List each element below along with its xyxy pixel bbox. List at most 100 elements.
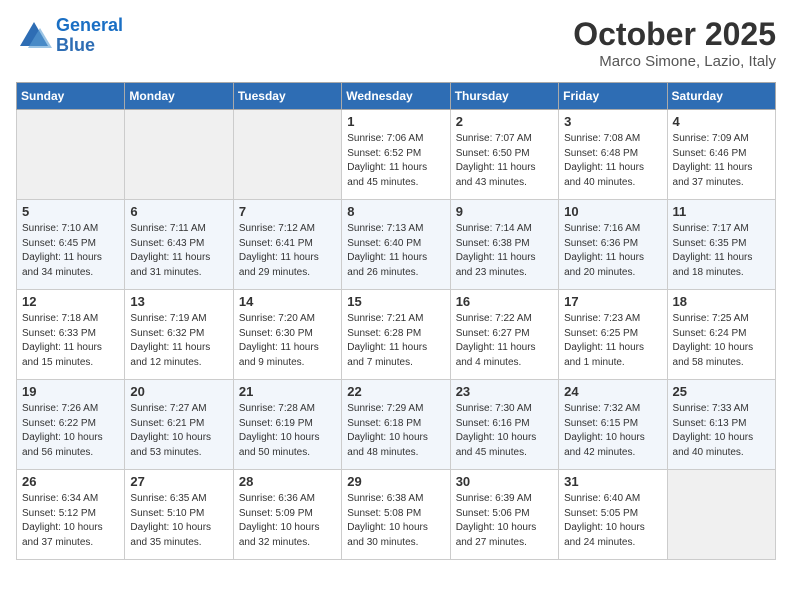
day-info: Sunrise: 7:10 AM Sunset: 6:45 PM Dayligh…	[22, 222, 119, 280]
day-info: Sunrise: 7:16 AM Sunset: 6:36 PM Dayligh…	[564, 222, 661, 280]
month-title: October 2025	[573, 16, 776, 53]
calendar-cell: 13Sunrise: 7:19 AM Sunset: 6:32 PM Dayli…	[125, 290, 233, 380]
day-info: Sunrise: 7:23 AM Sunset: 6:25 PM Dayligh…	[564, 312, 661, 370]
calendar-cell: 20Sunrise: 7:27 AM Sunset: 6:21 PM Dayli…	[125, 380, 233, 470]
day-number: 11	[673, 204, 770, 219]
day-info: Sunrise: 7:28 AM Sunset: 6:19 PM Dayligh…	[239, 402, 336, 460]
calendar-cell: 22 Sunrise: 7:29 AM Sunset: 6:18 PM Dayli…	[342, 380, 450, 470]
calendar-cell: 19Sunrise: 7:26 AM Sunset: 6:22 PM Dayli…	[17, 380, 125, 470]
calendar-cell	[667, 470, 775, 560]
calendar-cell: 7Sunrise: 7:12 AM Sunset: 6:41 PM Daylig…	[233, 200, 341, 290]
day-number: 18	[673, 294, 770, 309]
calendar-cell: 17 Sunrise: 7:23 AM Sunset: 6:25 PM Dayli…	[559, 290, 667, 380]
day-number: 15	[347, 294, 444, 309]
day-number: 20	[130, 384, 227, 399]
page-header: General Blue October 2025 Marco Simone, …	[16, 16, 776, 70]
calendar-cell: 27Sunrise: 6:35 AM Sunset: 5:10 PM Dayli…	[125, 470, 233, 560]
calendar-cell: 16 Sunrise: 7:22 AM Sunset: 6:27 PM Dayli…	[450, 290, 558, 380]
day-number: 22	[347, 384, 444, 399]
day-number: 17	[564, 294, 661, 309]
day-number: 24	[564, 384, 661, 399]
calendar-header: SundayMondayTuesdayWednesdayThursdayFrid…	[17, 83, 776, 110]
weekday-header-tuesday: Tuesday	[233, 83, 341, 110]
calendar-cell: 4 Sunrise: 7:09 AM Sunset: 6:46 PM Daylig…	[667, 110, 775, 200]
day-number: 23	[456, 384, 553, 399]
day-info: Sunrise: 7:11 AM Sunset: 6:43 PM Dayligh…	[130, 222, 227, 280]
calendar-cell: 23Sunrise: 7:30 AM Sunset: 6:16 PM Dayli…	[450, 380, 558, 470]
calendar-table: SundayMondayTuesdayWednesdayThursdayFrid…	[16, 82, 776, 560]
day-info: Sunrise: 6:38 AM Sunset: 5:08 PM Dayligh…	[347, 492, 444, 550]
day-number: 16	[456, 294, 553, 309]
day-info: Sunrise: 6:36 AM Sunset: 5:09 PM Dayligh…	[239, 492, 336, 550]
day-number: 29	[347, 474, 444, 489]
day-number: 19	[22, 384, 119, 399]
day-number: 10	[564, 204, 661, 219]
day-info: Sunrise: 7:32 AM Sunset: 6:15 PM Dayligh…	[564, 402, 661, 460]
weekday-header-sunday: Sunday	[17, 83, 125, 110]
calendar-cell: 3 Sunrise: 7:08 AM Sunset: 6:48 PM Daylig…	[559, 110, 667, 200]
weekday-header-monday: Monday	[125, 83, 233, 110]
day-info: Sunrise: 7:18 AM Sunset: 6:33 PM Dayligh…	[22, 312, 119, 370]
logo-text: General Blue	[56, 16, 123, 56]
day-info: Sunrise: 7:08 AM Sunset: 6:48 PM Dayligh…	[564, 132, 661, 190]
calendar-cell: 15 Sunrise: 7:21 AM Sunset: 6:28 PM Dayli…	[342, 290, 450, 380]
day-info: Sunrise: 6:34 AM Sunset: 5:12 PM Dayligh…	[22, 492, 119, 550]
calendar-cell: 30 Sunrise: 6:39 AM Sunset: 5:06 PM Dayli…	[450, 470, 558, 560]
calendar-cell: 5 Sunrise: 7:10 AM Sunset: 6:45 PM Daylig…	[17, 200, 125, 290]
day-number: 14	[239, 294, 336, 309]
weekday-header-saturday: Saturday	[667, 83, 775, 110]
day-info: Sunrise: 7:29 AM Sunset: 6:18 PM Dayligh…	[347, 402, 444, 460]
day-number: 25	[673, 384, 770, 399]
location: Marco Simone, Lazio, Italy	[573, 53, 776, 70]
calendar-body: 1Sunrise: 7:06 AM Sunset: 6:52 PM Daylig…	[17, 110, 776, 560]
day-info: Sunrise: 7:09 AM Sunset: 6:46 PM Dayligh…	[673, 132, 770, 190]
calendar-cell: 28 Sunrise: 6:36 AM Sunset: 5:09 PM Dayli…	[233, 470, 341, 560]
day-info: Sunrise: 7:12 AM Sunset: 6:41 PM Dayligh…	[239, 222, 336, 280]
day-info: Sunrise: 7:33 AM Sunset: 6:13 PM Dayligh…	[673, 402, 770, 460]
day-number: 1	[347, 114, 444, 129]
day-number: 9	[456, 204, 553, 219]
day-info: Sunrise: 6:39 AM Sunset: 5:06 PM Dayligh…	[456, 492, 553, 550]
day-number: 12	[22, 294, 119, 309]
calendar-cell: 26 Sunrise: 6:34 AM Sunset: 5:12 PM Dayli…	[17, 470, 125, 560]
day-number: 28	[239, 474, 336, 489]
week-row-1: 5 Sunrise: 7:10 AM Sunset: 6:45 PM Daylig…	[17, 200, 776, 290]
week-row-4: 26 Sunrise: 6:34 AM Sunset: 5:12 PM Dayli…	[17, 470, 776, 560]
day-info: Sunrise: 7:14 AM Sunset: 6:38 PM Dayligh…	[456, 222, 553, 280]
calendar-cell	[17, 110, 125, 200]
day-number: 5	[22, 204, 119, 219]
calendar-cell: 12 Sunrise: 7:18 AM Sunset: 6:33 PM Dayli…	[17, 290, 125, 380]
day-number: 30	[456, 474, 553, 489]
day-info: Sunrise: 7:17 AM Sunset: 6:35 PM Dayligh…	[673, 222, 770, 280]
day-number: 6	[130, 204, 227, 219]
day-number: 21	[239, 384, 336, 399]
calendar-cell: 31Sunrise: 6:40 AM Sunset: 5:05 PM Dayli…	[559, 470, 667, 560]
day-number: 13	[130, 294, 227, 309]
weekday-header-wednesday: Wednesday	[342, 83, 450, 110]
calendar-cell: 2Sunrise: 7:07 AM Sunset: 6:50 PM Daylig…	[450, 110, 558, 200]
day-number: 8	[347, 204, 444, 219]
calendar-cell: 11 Sunrise: 7:17 AM Sunset: 6:35 PM Dayli…	[667, 200, 775, 290]
day-info: Sunrise: 7:25 AM Sunset: 6:24 PM Dayligh…	[673, 312, 770, 370]
day-info: Sunrise: 7:21 AM Sunset: 6:28 PM Dayligh…	[347, 312, 444, 370]
day-info: Sunrise: 7:22 AM Sunset: 6:27 PM Dayligh…	[456, 312, 553, 370]
day-info: Sunrise: 7:20 AM Sunset: 6:30 PM Dayligh…	[239, 312, 336, 370]
calendar-cell: 21 Sunrise: 7:28 AM Sunset: 6:19 PM Dayli…	[233, 380, 341, 470]
day-number: 4	[673, 114, 770, 129]
calendar-cell	[233, 110, 341, 200]
week-row-0: 1Sunrise: 7:06 AM Sunset: 6:52 PM Daylig…	[17, 110, 776, 200]
calendar-cell: 24 Sunrise: 7:32 AM Sunset: 6:15 PM Dayli…	[559, 380, 667, 470]
day-info: Sunrise: 6:40 AM Sunset: 5:05 PM Dayligh…	[564, 492, 661, 550]
day-number: 3	[564, 114, 661, 129]
calendar-cell	[125, 110, 233, 200]
calendar-cell: 8Sunrise: 7:13 AM Sunset: 6:40 PM Daylig…	[342, 200, 450, 290]
calendar-cell: 10 Sunrise: 7:16 AM Sunset: 6:36 PM Dayli…	[559, 200, 667, 290]
calendar-cell: 25 Sunrise: 7:33 AM Sunset: 6:13 PM Dayli…	[667, 380, 775, 470]
day-number: 26	[22, 474, 119, 489]
day-info: Sunrise: 7:07 AM Sunset: 6:50 PM Dayligh…	[456, 132, 553, 190]
day-number: 27	[130, 474, 227, 489]
calendar-cell: 6 Sunrise: 7:11 AM Sunset: 6:43 PM Daylig…	[125, 200, 233, 290]
logo: General Blue	[16, 16, 123, 56]
calendar-cell: 9 Sunrise: 7:14 AM Sunset: 6:38 PM Daylig…	[450, 200, 558, 290]
logo-line2: Blue	[56, 35, 95, 55]
